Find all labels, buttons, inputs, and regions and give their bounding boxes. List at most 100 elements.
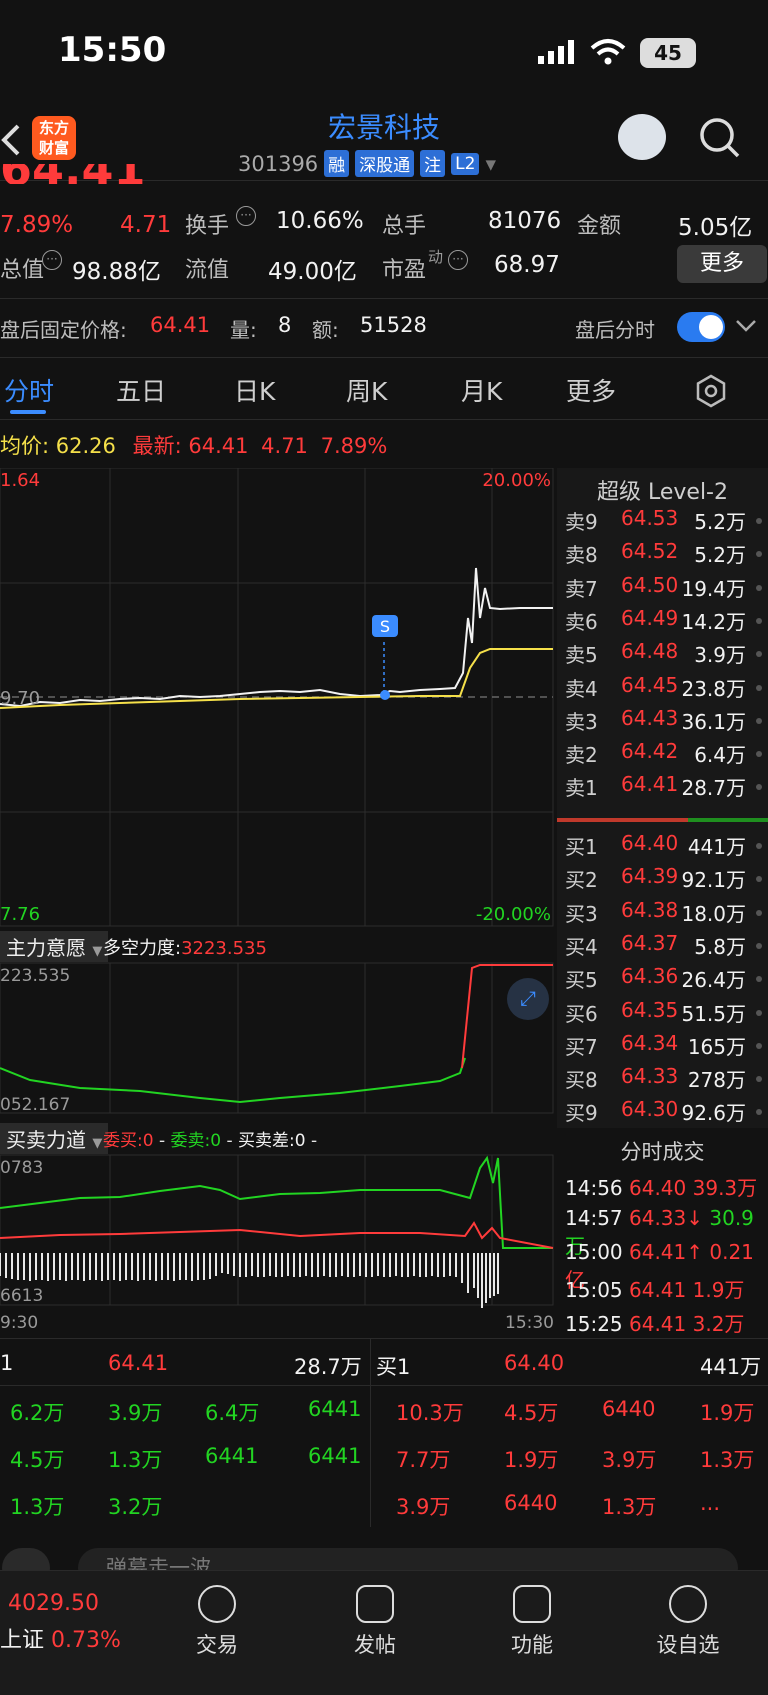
toggle-knob [699, 315, 723, 339]
expand-icon[interactable]: ⤢ [507, 978, 549, 1020]
info-icon[interactable]: ··· [448, 250, 468, 270]
nav-watchlist[interactable]: 设自选 [628, 1585, 748, 1659]
tab-weekly-k[interactable]: 周K [346, 372, 387, 408]
pe-superscript: 动 [428, 248, 444, 266]
nav-trade[interactable]: 交易 [157, 1585, 277, 1659]
trade-time: 14:57 [565, 1206, 623, 1230]
bid-volume: 51.5万 [681, 1001, 746, 1026]
status-bar: 15:50 45 [0, 0, 768, 108]
ask-row[interactable]: 卖7 64.50 19.4万 [557, 573, 768, 606]
trade-volume: 1.9万 [692, 1278, 745, 1302]
avg-price-label: 均价: [0, 434, 50, 458]
chart-bottom-left: 7.76 [0, 904, 41, 925]
stock-code-row[interactable]: 301396 融 深股通 注 L2 ▾ [238, 150, 496, 177]
left-cell: 3.2万 [108, 1495, 163, 1519]
bid-price: 64.30 [621, 1097, 679, 1122]
ask-row[interactable]: 卖5 64.48 3.9万 [557, 639, 768, 672]
bid-row[interactable]: 买5 64.36 26.4万 [557, 964, 768, 997]
nav-function[interactable]: 功能 [472, 1585, 592, 1659]
ask-row[interactable]: 卖1 64.41 28.7万 [557, 772, 768, 805]
bid-row[interactable]: 买3 64.38 18.0万 [557, 898, 768, 931]
order-book-title[interactable]: 超级 Level-2 [557, 474, 768, 506]
bid-label: 买1 [565, 835, 598, 859]
left-head-price: 64.41 [108, 1351, 169, 1375]
info-icon[interactable]: ··· [42, 250, 62, 270]
ask-volume: 14.2万 [681, 609, 746, 634]
ask-row[interactable]: 卖4 64.45 23.8万 [557, 673, 768, 706]
indicator1-selector[interactable]: 主力意愿 ▼ [0, 931, 109, 962]
search-icon[interactable] [698, 116, 742, 160]
bid-volume: 92.1万 [681, 868, 746, 893]
battery-level: 45 [654, 41, 682, 65]
chevron-down-icon[interactable] [735, 318, 757, 334]
info-icon[interactable]: ··· [236, 206, 256, 226]
bid-volume: 165万 [687, 1034, 746, 1059]
tag-level2: L2 [451, 152, 480, 175]
index-ticker[interactable]: 4029.50 上证 0.73% [0, 1591, 150, 1654]
left-cell: 1.3万 [10, 1495, 65, 1519]
bid-row[interactable]: 买1 64.40 441万 [557, 831, 768, 864]
bid-volume: 26.4万 [681, 968, 746, 993]
ask-label: 卖2 [565, 743, 598, 768]
trade-price: 64.40 [629, 1176, 687, 1200]
right-cell: 3.9万 [396, 1495, 451, 1519]
tab-five-day[interactable]: 五日 [116, 372, 166, 408]
yen-icon [198, 1585, 236, 1623]
tab-more[interactable]: 更多 [566, 372, 616, 408]
tag-margin: 融 [324, 150, 350, 177]
left-cell: 6.4万 [205, 1401, 260, 1425]
bid-row[interactable]: 买7 64.34 165万 [557, 1031, 768, 1064]
ask-dot [756, 584, 762, 591]
tab-daily-k[interactable]: 日K [234, 372, 275, 408]
trade-row: 15:00 64.41↑ 0.21亿 [565, 1240, 765, 1292]
nav-post[interactable]: 发帖 [315, 1585, 435, 1659]
indicator2-readout: 委买:0 - 委卖:0 - 买卖差:0 - [103, 1131, 318, 1151]
caret-down-icon[interactable]: ▾ [485, 152, 496, 176]
bid-label: 买2 [565, 868, 598, 893]
left-cell: 4.5万 [10, 1448, 65, 1472]
ask-dot [756, 551, 762, 558]
indicator2-bottom: 6613 [0, 1286, 44, 1306]
ask-row[interactable]: 卖6 64.49 14.2万 [557, 606, 768, 639]
bid-row[interactable]: 买9 64.30 92.6万 [557, 1097, 768, 1130]
battery-icon: 45 [640, 38, 696, 68]
trades-title[interactable]: 分时成交 [557, 1136, 768, 1166]
bottom-nav: 4029.50 上证 0.73% 交易 发帖 功能 设自选 [0, 1570, 768, 1695]
bid-volume: 18.0万 [681, 901, 746, 926]
indicator1-readout: 多空力度:3223.535 [103, 934, 267, 960]
trade-price: 64.41 [629, 1278, 687, 1302]
bid-row[interactable]: 买6 64.35 51.5万 [557, 998, 768, 1031]
more-button[interactable]: 更多 [677, 245, 767, 283]
bid-row[interactable]: 买4 64.37 5.8万 [557, 931, 768, 964]
change-value: 4.71 [120, 212, 172, 238]
time-end: 15:30 [505, 1313, 554, 1333]
bid-row[interactable]: 买2 64.39 92.1万 [557, 864, 768, 897]
indicator2-selector[interactable]: 买卖力道 ▼ [0, 1123, 109, 1154]
ask-row[interactable]: 卖3 64.43 36.1万 [557, 706, 768, 739]
right-cell: 4.5万 [504, 1401, 559, 1425]
chart-tabs: 分时 五日 日K 周K 月K 更多 [0, 362, 768, 420]
ask-row[interactable]: 卖8 64.52 5.2万 [557, 539, 768, 572]
bid-dot [756, 942, 762, 949]
bid-row[interactable]: 买8 64.33 278万 [557, 1064, 768, 1097]
signal-icon [538, 40, 578, 64]
bid-dot [756, 876, 762, 883]
intraday-chart[interactable]: S 1.64 20.00% 9.70 7.76 -20.00% 主力意愿 ▼ 多… [0, 467, 555, 1333]
settings-icon[interactable] [694, 374, 728, 408]
tab-monthly-k[interactable]: 月K [461, 372, 502, 408]
robot-assistant-icon[interactable] [618, 114, 666, 160]
ask-dot [756, 784, 762, 791]
trade-time: 15:25 [565, 1312, 623, 1336]
amount-label: 金额 [577, 214, 622, 239]
ask-price: 64.53 [621, 506, 679, 530]
tab-intraday[interactable]: 分时 [4, 372, 54, 408]
indicator2-bars [0, 1253, 499, 1308]
ask-label: 卖6 [565, 609, 598, 634]
bid-volume: 5.8万 [694, 934, 746, 959]
trade-row: 14:57 64.33↓ 30.9万 [565, 1206, 765, 1258]
ask-row[interactable]: 卖2 64.42 6.4万 [557, 739, 768, 772]
bid-price: 64.38 [621, 897, 679, 922]
price-series-line [0, 567, 553, 708]
fixed-price-value: 64.41 [150, 313, 211, 337]
ask-row[interactable]: 卖9 64.53 5.2万 [557, 506, 768, 539]
